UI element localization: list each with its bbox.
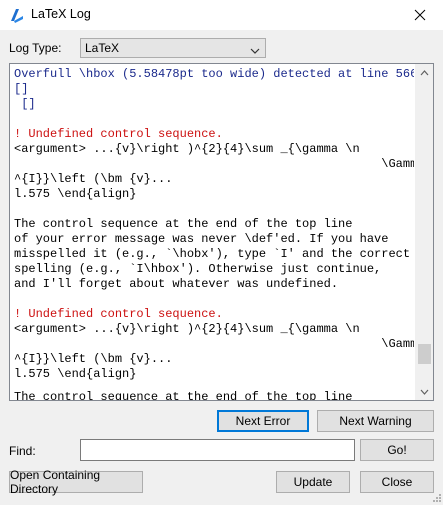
log-line: l.575 \end{align} <box>14 187 137 201</box>
log-view[interactable]: Overfull \hbox (5.58478pt too wide) dete… <box>9 63 434 401</box>
log-line: Overfull \hbox (5.58478pt too wide) dete… <box>14 67 414 81</box>
log-line: spelling (e.g., `I\hbox'). Otherwise jus… <box>14 262 382 276</box>
vertical-scrollbar[interactable] <box>415 64 433 400</box>
title-bar: LaTeX Log <box>0 0 443 30</box>
log-line: The control sequence at the end of the t… <box>14 390 353 400</box>
go-button[interactable]: Go! <box>360 439 434 461</box>
log-line: \Gamma <box>14 337 414 351</box>
log-line: <argument> ...{v}\right )^{2}{4}\sum _{\… <box>14 322 360 336</box>
log-line: of your error message was never \def'ed.… <box>14 232 389 246</box>
log-text: Overfull \hbox (5.58478pt too wide) dete… <box>14 67 414 400</box>
log-line: The control sequence at the end of the t… <box>14 217 353 231</box>
open-containing-directory-button[interactable]: Open Containing Directory <box>9 468 143 496</box>
log-type-select[interactable]: LaTeX <box>80 38 266 58</box>
scroll-down-icon[interactable] <box>416 383 433 400</box>
chevron-down-icon <box>250 44 260 54</box>
next-error-button[interactable]: Next Error <box>217 410 309 432</box>
log-error-line: ! Undefined control sequence. <box>14 307 223 321</box>
log-line: ^{I}}\left (\bm {v}... <box>14 352 173 366</box>
log-type-value: LaTeX <box>85 41 120 55</box>
log-line: \Gamma <box>14 157 414 171</box>
window-title: LaTeX Log <box>31 7 91 21</box>
window-close-icon[interactable] <box>397 0 443 30</box>
find-input[interactable] <box>80 439 355 461</box>
log-type-label: Log Type: <box>9 41 62 55</box>
update-button[interactable]: Update <box>276 471 350 493</box>
log-line: <argument> ...{v}\right )^{2}{4}\sum _{\… <box>14 142 360 156</box>
scroll-up-icon[interactable] <box>416 64 433 81</box>
log-line: l.575 \end{align} <box>14 367 137 381</box>
close-button[interactable]: Close <box>360 471 434 493</box>
log-error-line: ! Undefined control sequence. <box>14 127 223 141</box>
resize-grip-icon[interactable] <box>431 491 441 502</box>
log-line: misspelled it (e.g., `\hobx'), type `I' … <box>14 247 411 261</box>
log-line: [] <box>14 97 36 111</box>
scrollbar-thumb[interactable] <box>418 344 431 364</box>
log-line: and I'll forget about whatever was undef… <box>14 277 339 291</box>
log-line: [] <box>14 82 29 96</box>
find-label: Find: <box>9 444 36 458</box>
next-warning-button[interactable]: Next Warning <box>317 410 434 432</box>
texstudio-logo-icon <box>9 7 25 23</box>
log-line: ^{I}}\left (\bm {v}... <box>14 172 173 186</box>
